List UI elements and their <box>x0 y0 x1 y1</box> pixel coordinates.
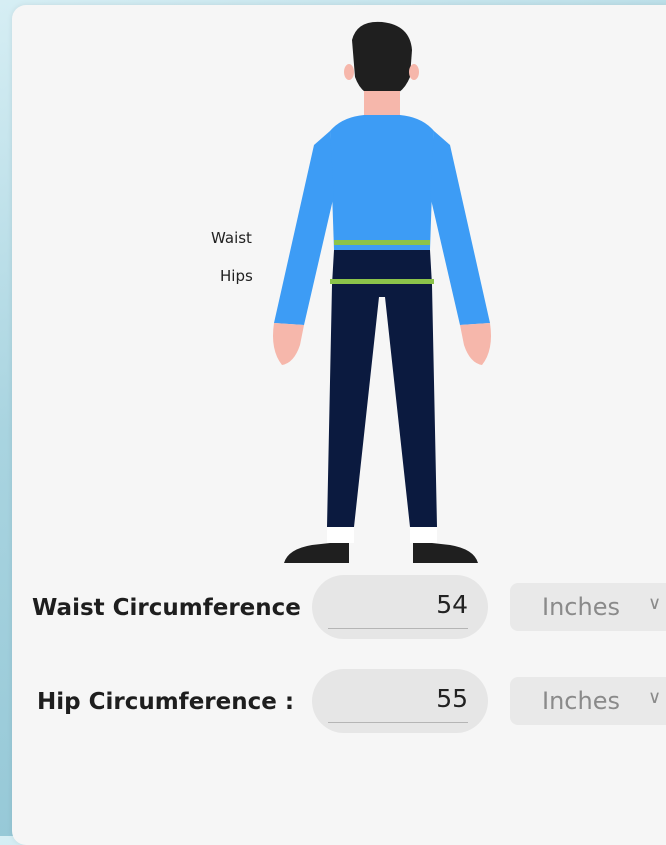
waist-circumference-label: Waist Circumference <box>32 595 301 621</box>
waist-figure-label: Waist <box>211 229 252 247</box>
hip-input-underline <box>328 722 468 723</box>
waist-unit-dropdown[interactable]: Inches ∨ <box>510 583 666 631</box>
measurement-card: Waist Hips Waist Circumference 54 Inches… <box>12 5 666 845</box>
waist-value: 54 <box>436 590 468 619</box>
waist-circumference-input[interactable]: 54 <box>312 575 488 639</box>
waist-input-underline <box>328 628 468 629</box>
chevron-down-icon: ∨ <box>648 593 662 613</box>
hip-unit-label: Inches <box>542 687 620 715</box>
waist-unit-label: Inches <box>542 593 620 621</box>
hips-measure-line <box>330 279 434 284</box>
waist-measure-line <box>334 240 430 245</box>
hips-figure-label: Hips <box>220 267 253 285</box>
chevron-down-icon: ∨ <box>648 687 662 707</box>
hip-circumference-label: Hip Circumference : <box>37 689 295 715</box>
hip-unit-dropdown[interactable]: Inches ∨ <box>510 677 666 725</box>
body-figure-illustration <box>273 21 491 563</box>
hip-value: 55 <box>436 684 468 713</box>
hip-circumference-input[interactable]: 55 <box>312 669 488 733</box>
